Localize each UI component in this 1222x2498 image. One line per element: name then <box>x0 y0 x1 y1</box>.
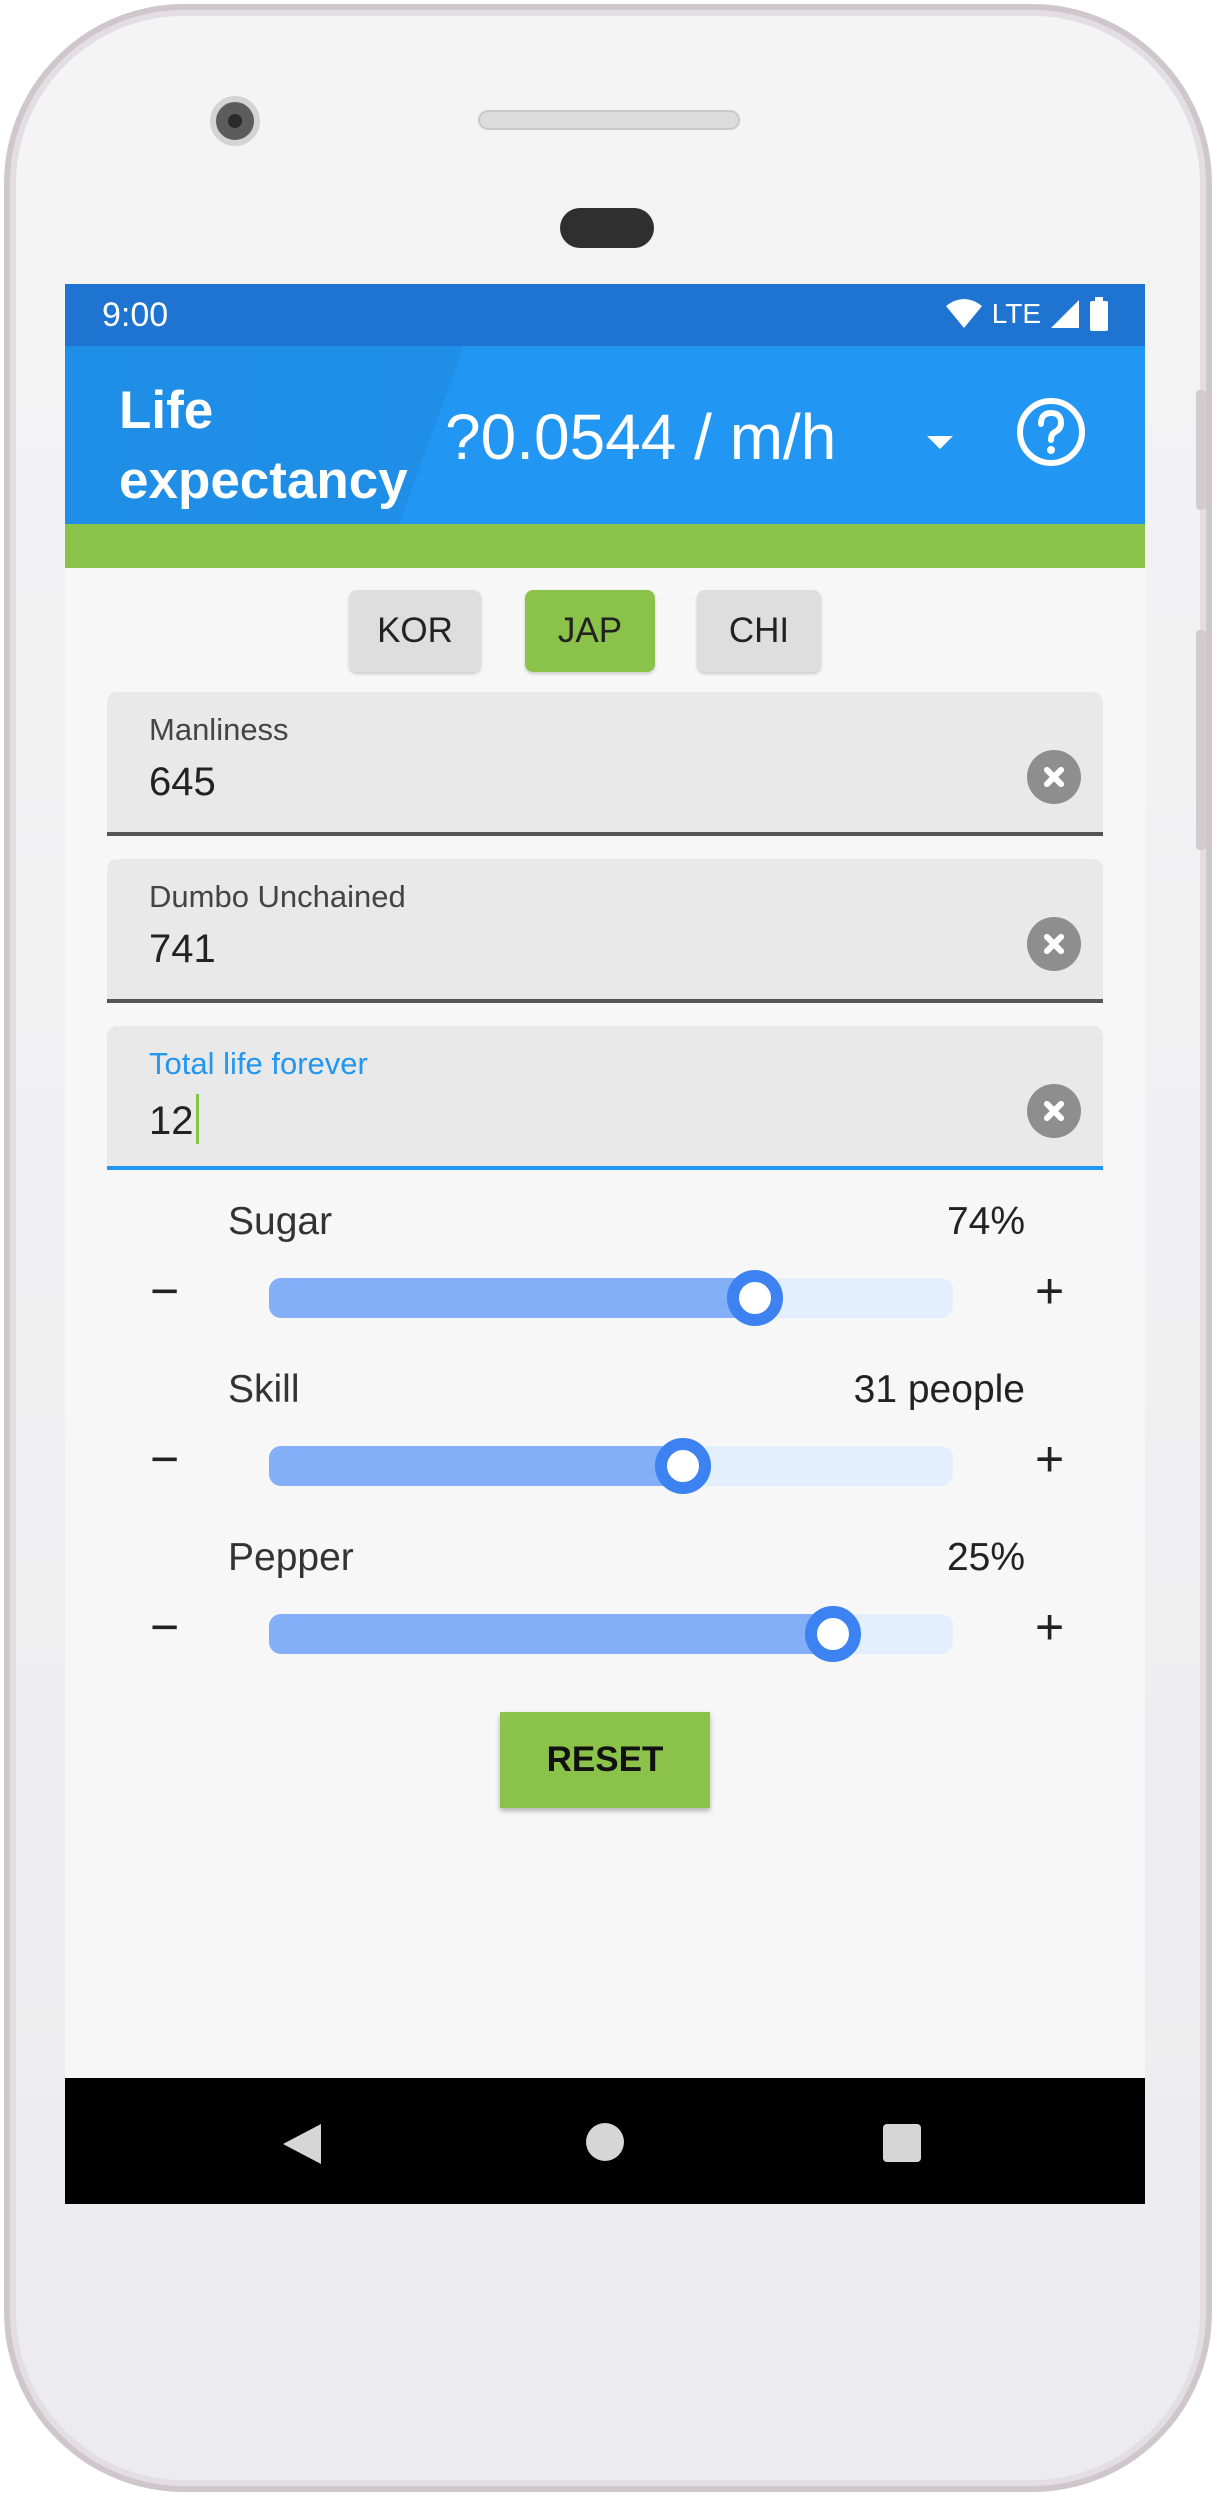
field-label: Total life forever <box>149 1046 368 1081</box>
manliness-field[interactable]: Manliness 645 <box>107 692 1103 836</box>
pepper-decrease-button[interactable]: − <box>150 1598 179 1656</box>
cell-signal-icon <box>1051 300 1079 328</box>
status-time: 9:00 <box>102 296 169 334</box>
pepper-increase-button[interactable]: + <box>1035 1598 1064 1656</box>
app-title-line2: expectancy <box>119 451 408 510</box>
field-value[interactable]: 12 <box>149 1094 199 1144</box>
app-title: Life expectancy <box>119 376 439 516</box>
clear-icon[interactable] <box>1027 917 1081 971</box>
home-icon[interactable] <box>586 2123 624 2161</box>
reset-button[interactable]: RESET <box>500 1712 710 1808</box>
field-value[interactable]: 741 <box>149 927 216 972</box>
navigation-bar <box>65 2078 1145 2204</box>
slider-thumb[interactable] <box>726 1270 783 1326</box>
slider-fill <box>269 1614 834 1654</box>
app-title-line1: Life <box>119 381 214 440</box>
dropdown-arrow-icon[interactable] <box>927 436 953 449</box>
wifi-icon <box>945 299 982 328</box>
total-life-forever-field[interactable]: Total life forever 12 <box>107 1026 1103 1170</box>
status-bar: 9:00 LTE <box>65 284 1145 346</box>
skill-value: 31 people <box>853 1368 1025 1411</box>
field-value[interactable]: 645 <box>149 760 216 805</box>
country-chips: KOR JAP CHI <box>65 590 1145 672</box>
pepper-slider[interactable] <box>269 1606 953 1662</box>
pepper-value: 25% <box>946 1536 1025 1579</box>
sugar-value: 74% <box>946 1200 1025 1243</box>
pepper-label: Pepper <box>228 1536 354 1579</box>
front-camera <box>210 96 260 146</box>
skill-slider[interactable] <box>269 1438 953 1494</box>
field-value-text: 12 <box>149 1099 194 1143</box>
sugar-label: Sugar <box>228 1200 333 1243</box>
field-label: Dumbo Unchained <box>149 879 406 914</box>
accent-bar <box>65 524 1145 568</box>
earpiece-speaker <box>478 110 740 130</box>
volume-button <box>1196 390 1206 510</box>
back-icon[interactable] <box>283 2124 321 2164</box>
clear-icon[interactable] <box>1027 750 1081 804</box>
sugar-slider[interactable] <box>269 1270 953 1326</box>
slider-thumb[interactable] <box>805 1606 862 1662</box>
help-circle-icon[interactable] <box>1015 396 1087 468</box>
recents-icon[interactable] <box>883 2124 921 2162</box>
dumbo-unchained-field[interactable]: Dumbo Unchained 741 <box>107 859 1103 1003</box>
chip-chi[interactable]: CHI <box>697 590 821 672</box>
power-button <box>1196 630 1206 850</box>
network-type: LTE <box>991 298 1041 329</box>
sugar-increase-button[interactable]: + <box>1035 1262 1064 1320</box>
chip-kor[interactable]: KOR <box>349 590 481 672</box>
skill-label: Skill <box>228 1368 300 1411</box>
sugar-decrease-button[interactable]: − <box>150 1262 179 1320</box>
app-screen: 9:00 LTE Life expectancy ?0.0544 / m/h K… <box>65 284 1145 2204</box>
text-cursor <box>195 1094 199 1144</box>
status-icons: LTE <box>944 294 1109 334</box>
chip-jap[interactable]: JAP <box>525 590 655 672</box>
rate-selector[interactable]: ?0.0544 / m/h <box>445 400 836 474</box>
field-label: Manliness <box>149 712 289 747</box>
battery-icon <box>1090 297 1108 331</box>
clear-icon[interactable] <box>1027 1084 1081 1138</box>
skill-decrease-button[interactable]: − <box>150 1430 179 1488</box>
skill-increase-button[interactable]: + <box>1035 1430 1064 1488</box>
slider-fill <box>269 1446 683 1486</box>
slider-fill <box>269 1278 755 1318</box>
app-bar: Life expectancy ?0.0544 / m/h <box>65 346 1145 524</box>
proximity-sensor <box>560 208 654 248</box>
slider-thumb[interactable] <box>654 1438 711 1494</box>
